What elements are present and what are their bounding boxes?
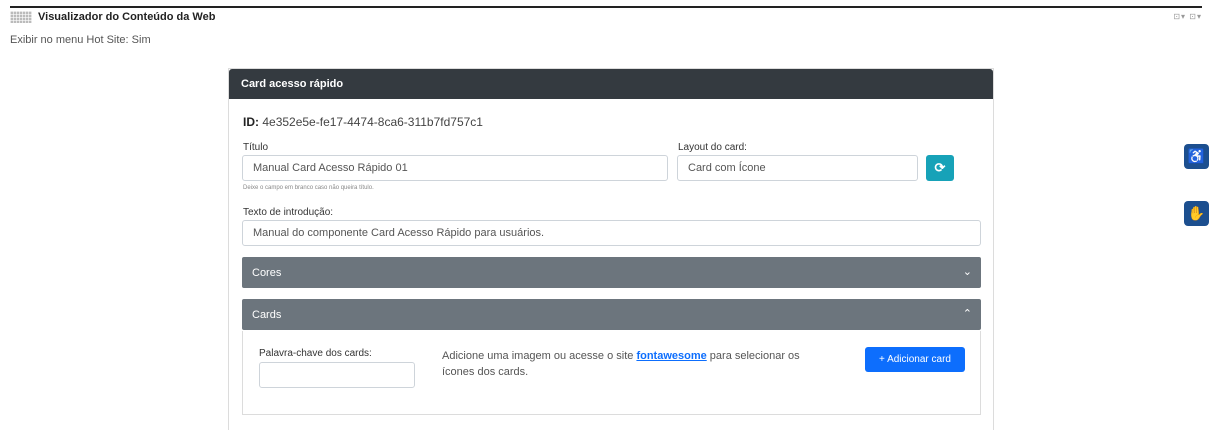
chevron-up-icon: ⌃	[962, 308, 972, 320]
intro-label: Texto de introdução:	[243, 207, 334, 218]
card-id: ID: 4e352e5e-fe17-4474-8ca6-311b7fd757c1	[243, 115, 483, 129]
info-text-before: Adicione uma imagem ou acesse o site	[442, 350, 637, 362]
cores-label: Cores	[252, 266, 282, 279]
sign-language-icon: ✋	[1187, 205, 1206, 221]
intro-input[interactable]: Manual do componente Card Acesso Rápido …	[242, 220, 981, 246]
cards-section-header[interactable]: Cards ⌃	[242, 299, 981, 330]
layout-input[interactable]: Card com Ícone	[677, 155, 918, 181]
window-controls[interactable]: ⊡▾ ⊡▾	[1173, 12, 1202, 21]
cards-label: Cards	[252, 308, 282, 321]
title-bar: Visualizador do Conteúdo da Web ⊡▾ ⊡▾	[10, 6, 1202, 26]
quick-access-card: Card acesso rápido ID: 4e352e5e-fe17-447…	[228, 68, 994, 430]
titulo-hint: Deixe o campo em branco caso não queira …	[243, 185, 374, 191]
titulo-input[interactable]: Manual Card Acesso Rápido 01	[242, 155, 668, 181]
refresh-icon: ⟳	[934, 160, 946, 175]
hotsite-info: Exibir no menu Hot Site: Sim	[10, 34, 151, 46]
keyword-input[interactable]	[259, 362, 415, 388]
accessibility-icon: ♿	[1187, 148, 1206, 164]
cards-info-text: Adicione uma imagem ou acesse o site fon…	[442, 348, 832, 380]
card-header: Card acesso rápido	[229, 69, 993, 99]
app-title: Visualizador do Conteúdo da Web	[38, 11, 216, 23]
id-label: ID:	[243, 115, 259, 129]
sign-language-button[interactable]: ✋	[1184, 201, 1209, 226]
refresh-button[interactable]: ⟳	[926, 155, 954, 181]
accessibility-button[interactable]: ♿	[1184, 144, 1209, 169]
app-grid-icon	[10, 11, 32, 23]
keyword-label: Palavra-chave dos cards:	[259, 348, 372, 359]
chevron-down-icon: ⌄	[962, 266, 972, 278]
cards-section-body: Palavra-chave dos cards: Adicione uma im…	[242, 331, 981, 415]
id-value: 4e352e5e-fe17-4474-8ca6-311b7fd757c1	[262, 115, 483, 129]
layout-label: Layout do card:	[678, 142, 747, 153]
fontawesome-link[interactable]: fontawesome	[636, 350, 706, 362]
cores-section-header[interactable]: Cores ⌄	[242, 257, 981, 288]
add-card-button[interactable]: + Adicionar card	[865, 347, 965, 372]
titulo-label: Título	[243, 142, 269, 153]
